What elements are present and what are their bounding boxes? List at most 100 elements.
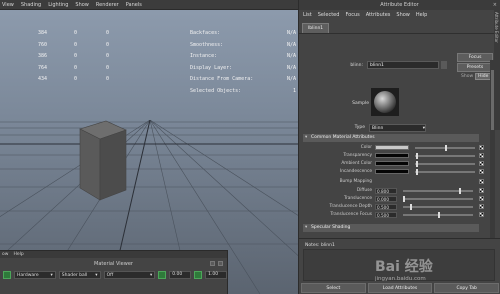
menu-help[interactable]: Help — [13, 252, 23, 257]
attr-row-diffuse: Diffuse 0.800 — [299, 187, 484, 194]
attribute-editor-panel[interactable]: Attribute Editor × List Selected Focus A… — [298, 0, 500, 294]
chevron-down-icon: ▾ — [50, 272, 53, 278]
attr-slider[interactable] — [415, 144, 475, 151]
attr-label: Transparency — [343, 153, 372, 158]
tab-blinn1[interactable]: lblinn1 — [302, 23, 330, 33]
type-dropdown[interactable]: Blinn ▾ — [369, 123, 426, 132]
attr-slider[interactable] — [415, 160, 475, 167]
select-button[interactable]: Select — [301, 283, 366, 293]
show-button[interactable]: Show — [461, 74, 473, 79]
hud-value: 0 — [73, 41, 77, 48]
watermark-logo: Bai 经验 — [375, 259, 433, 275]
map-button-icon[interactable] — [479, 153, 484, 158]
goto-output-icon[interactable] — [441, 61, 447, 69]
side-tab-label[interactable]: Attribute Editor — [494, 12, 499, 43]
attr-value-field[interactable]: 0.500 — [375, 203, 397, 210]
close-icon[interactable]: × — [493, 0, 497, 10]
chevron-down-icon: ▾ — [150, 272, 153, 278]
gamma-icon[interactable] — [194, 271, 203, 279]
menu-show[interactable]: Show — [396, 12, 410, 18]
shape-dropdown[interactable]: Shader ball ▾ — [58, 271, 101, 279]
hud-value: 0 — [105, 53, 109, 59]
side-tab-strip[interactable]: Attribute Editor — [494, 10, 500, 130]
menu-view[interactable]: View — [2, 2, 14, 8]
hud-label — [0, 28, 10, 40]
renderer-dropdown[interactable]: Hardware ▾ — [13, 271, 56, 279]
slider-knob[interactable] — [438, 211, 440, 218]
gamma-field[interactable]: 1.00 — [205, 271, 228, 279]
slider-knob[interactable] — [459, 187, 461, 194]
attr-slider[interactable] — [403, 187, 473, 194]
sample-row: Sample — [299, 88, 464, 118]
attr-slider[interactable] — [403, 203, 473, 210]
float-icon[interactable] — [210, 261, 215, 266]
color-swatch[interactable] — [375, 169, 409, 174]
material-viewer-panel[interactable]: ow Help Material Viewer Hardware ▾ Shader… — [0, 250, 228, 294]
slider-knob[interactable] — [445, 144, 447, 151]
color-swatch[interactable] — [375, 145, 409, 150]
attr-value-field[interactable]: 0.800 — [375, 187, 397, 194]
type-value: Blinn — [372, 125, 384, 131]
slider-knob[interactable] — [416, 152, 419, 159]
hud-value: 764 — [37, 64, 47, 71]
slider-knob[interactable] — [403, 195, 405, 202]
hud-value: 434 — [37, 76, 47, 82]
map-button-icon[interactable] — [479, 145, 484, 150]
menu-window[interactable]: ow — [2, 252, 8, 257]
hud-info-value: N/A — [286, 41, 296, 48]
menu-shading[interactable]: Shading — [21, 2, 41, 8]
attr-row-bump-mapping: Bump Mapping — [299, 178, 484, 185]
type-label: Type — [354, 125, 365, 130]
attr-label: Ambient Color — [341, 161, 372, 166]
exposure-icon[interactable] — [158, 271, 167, 279]
attr-slider[interactable] — [415, 152, 475, 159]
color-swatch[interactable] — [375, 153, 409, 158]
attr-slider[interactable] — [403, 195, 473, 202]
close-icon[interactable] — [218, 261, 223, 266]
menu-lighting[interactable]: Lighting — [48, 2, 68, 8]
menu-selected[interactable]: Selected — [318, 12, 340, 18]
map-button-icon[interactable] — [479, 204, 484, 209]
hud-info-row: Selected Objects: 1 — [190, 86, 296, 98]
map-button-icon[interactable] — [479, 188, 484, 193]
hud-label — [0, 40, 10, 52]
viewport-menubar: View Shading Lighting Show Renderer Pane… — [0, 0, 298, 10]
hide-button[interactable]: Hide — [475, 73, 492, 80]
attr-slider[interactable] — [403, 211, 473, 218]
hud-row: 434 0 0 — [0, 74, 120, 86]
map-button-icon[interactable] — [479, 161, 484, 166]
attr-value-field[interactable]: 0.500 — [375, 211, 397, 218]
environment-dropdown[interactable]: Off ▾ — [103, 271, 156, 279]
attr-value-field[interactable]: 0.000 — [375, 195, 397, 202]
render-icon[interactable] — [3, 271, 11, 279]
attr-row-incandescence: Incandescence — [299, 168, 484, 175]
menu-help[interactable]: Help — [416, 12, 427, 18]
focus-button[interactable]: Focus — [457, 53, 493, 62]
map-button-icon[interactable] — [479, 179, 484, 184]
exposure-field[interactable]: 0.00 — [169, 271, 192, 279]
menu-list[interactable]: List — [303, 12, 312, 18]
menu-focus[interactable]: Focus — [345, 12, 359, 18]
environment-value: Off — [106, 272, 114, 278]
section-title: Common Material Attributes — [311, 135, 375, 140]
node-name-field[interactable]: blinn1 — [367, 61, 439, 69]
map-button-icon[interactable] — [479, 196, 484, 201]
map-button-icon[interactable] — [479, 169, 484, 174]
menu-show[interactable]: Show — [75, 2, 89, 8]
common-material-section-header[interactable]: Common Material Attributes — [303, 134, 479, 142]
slider-knob[interactable] — [410, 203, 412, 210]
slider-knob[interactable] — [416, 168, 419, 175]
hud-value: 0 — [73, 64, 77, 71]
baidu-watermark: Bai 经验 jingyan.baidu.com — [375, 256, 495, 290]
map-button-icon[interactable] — [479, 212, 484, 217]
specular-shading-section-header[interactable]: Specular Shading — [303, 224, 479, 232]
color-swatch[interactable] — [375, 161, 409, 166]
hud-row: 386 0 0 — [0, 51, 120, 63]
presets-button[interactable]: Presets — [457, 63, 493, 72]
material-viewer-title: Material Viewer — [94, 261, 133, 267]
menu-panels[interactable]: Panels — [126, 2, 142, 8]
attr-slider[interactable] — [415, 168, 475, 175]
slider-knob[interactable] — [416, 160, 419, 167]
menu-attributes[interactable]: Attributes — [366, 12, 391, 18]
menu-renderer[interactable]: Renderer — [96, 2, 119, 8]
